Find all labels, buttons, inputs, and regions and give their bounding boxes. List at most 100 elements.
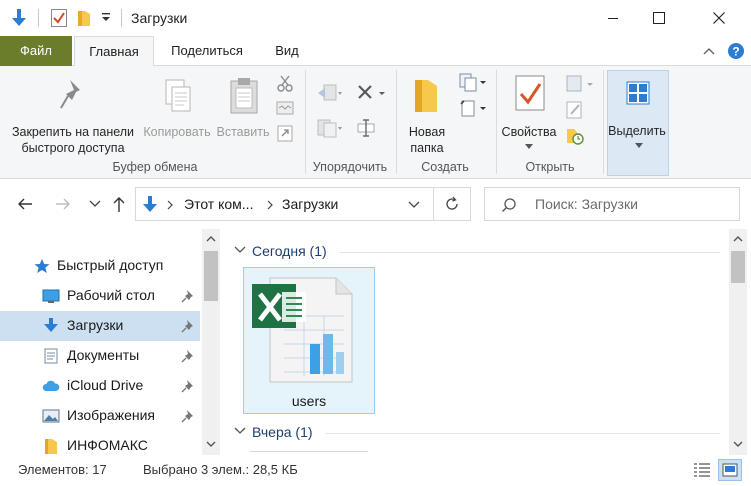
properties-button[interactable]: Свойства [498, 72, 560, 156]
group-header-yesterday[interactable]: Вчера (1) [252, 424, 313, 440]
delete-icon[interactable] [356, 83, 386, 106]
address-bar[interactable]: Этот ком... Загрузки [135, 187, 434, 221]
organize-group-label: Упорядочить [312, 160, 388, 174]
separator [603, 70, 604, 174]
tab-file[interactable]: Файл [0, 36, 72, 66]
separator [396, 70, 397, 174]
navigation-bar: Этот ком... Загрузки Поиск: Загрузки [0, 179, 751, 229]
pin-icon [181, 290, 193, 303]
item-count: Элементов: 17 [18, 462, 107, 477]
star-icon [34, 259, 50, 273]
breadcrumb-downloads[interactable]: Загрузки [282, 196, 338, 212]
tab-home[interactable]: Главная [74, 36, 154, 67]
pin-icon [60, 80, 80, 109]
new-item-icon[interactable] [458, 72, 488, 97]
back-arrow-icon [18, 198, 32, 210]
forward-arrow-icon [56, 198, 70, 210]
group-divider [340, 252, 720, 253]
up-button[interactable] [108, 193, 130, 215]
copy-path-icon[interactable] [276, 100, 294, 119]
group-divider [326, 433, 720, 434]
nav-label: Рабочий стол [67, 287, 155, 303]
chevron-down-icon [635, 143, 643, 148]
navpane-scroll-thumb[interactable] [204, 251, 218, 301]
separator [38, 9, 39, 27]
move-to-icon[interactable] [316, 83, 344, 106]
open-group-label: Открыть [525, 160, 575, 174]
large-icons-view-icon [722, 463, 738, 477]
scroll-up-icon [733, 236, 743, 242]
file-list: Сегодня (1) users Вчера (1) [222, 229, 751, 455]
rename-icon[interactable] [356, 118, 378, 141]
nav-label: Изображения [67, 407, 155, 423]
cloud-icon [42, 380, 60, 391]
new-folder-button[interactable]: Новая папка [400, 72, 454, 156]
nav-item-downloads[interactable]: Загрузки [0, 311, 200, 341]
chevron-down-icon [525, 144, 533, 149]
properties-check-icon[interactable] [50, 8, 68, 31]
search-box[interactable]: Поиск: Загрузки [484, 187, 740, 221]
clipboard-group-label: Буфер обмена [112, 160, 198, 174]
forward-button[interactable] [52, 193, 74, 215]
customize-dropdown-icon[interactable] [101, 11, 111, 26]
scroll-down-icon [733, 441, 743, 447]
nav-label: Загрузки [67, 317, 124, 333]
select-button[interactable]: Выделить [607, 70, 669, 176]
pin-icon [181, 320, 193, 333]
nav-label: Документы [67, 347, 140, 363]
content-scrollbar[interactable] [729, 229, 747, 455]
minimize-icon [608, 18, 618, 19]
nav-item-quick-access[interactable]: Быстрый доступ [0, 251, 200, 281]
details-view-icon[interactable] [692, 461, 712, 482]
easy-access-icon[interactable] [458, 98, 488, 123]
refresh-button[interactable] [434, 187, 471, 221]
nav-item-desktop[interactable]: Рабочий стол [0, 281, 200, 311]
nav-label: iCloud Drive [67, 377, 144, 393]
paste-button[interactable]: Вставить [214, 72, 272, 156]
edit-icon[interactable] [565, 100, 585, 123]
recent-locations-button[interactable] [84, 193, 106, 215]
help-icon[interactable]: ? [727, 42, 745, 63]
title-bar: Загрузки [0, 0, 751, 36]
back-button[interactable] [14, 193, 36, 215]
new-folder-icon[interactable] [76, 8, 92, 31]
properties-label: Свойства [501, 125, 557, 139]
pin-label-2: быстрого доступа [21, 141, 125, 155]
collapse-group-icon [234, 427, 246, 434]
document-icon [44, 348, 58, 364]
copy-button[interactable]: Копировать [140, 72, 214, 156]
svg-text:?: ? [732, 45, 739, 59]
nav-item-documents[interactable]: Документы [0, 341, 200, 371]
desktop-icon [42, 289, 60, 303]
scroll-up-icon [206, 236, 216, 242]
nav-item-icloud-drive[interactable]: iCloud Drive [0, 371, 200, 401]
close-button[interactable] [696, 0, 742, 36]
pin-to-quick-access-button[interactable]: Закрепить на панели быстрого доступа [6, 72, 140, 156]
maximize-button[interactable] [636, 0, 682, 36]
refresh-icon [446, 196, 458, 210]
history-icon[interactable] [565, 126, 585, 149]
navpane-scrollbar[interactable] [202, 229, 220, 455]
quick-access-down-icon[interactable] [10, 8, 28, 31]
paste-label: Вставить [216, 125, 270, 139]
new-folder-label-2: папка [410, 141, 444, 155]
pin-icon [181, 350, 193, 363]
collapse-ribbon-icon[interactable] [702, 44, 716, 61]
selection-info: Выбрано 3 элем.: 28,5 КБ [143, 462, 298, 477]
copy-to-icon[interactable] [316, 118, 344, 141]
content-scroll-thumb[interactable] [731, 251, 745, 283]
cut-icon[interactable] [276, 74, 294, 95]
paste-shortcut-icon[interactable] [277, 124, 293, 145]
image-icon [42, 409, 60, 423]
nav-item-pictures[interactable]: Изображения [0, 401, 200, 431]
large-icons-view-button[interactable] [718, 459, 742, 481]
downloads-location-icon [143, 196, 157, 212]
open-icon[interactable] [565, 74, 597, 97]
separator [496, 70, 497, 174]
breadcrumb-this-pc[interactable]: Этот ком... [184, 196, 253, 212]
group-header-today[interactable]: Сегодня (1) [252, 243, 327, 259]
minimize-button[interactable] [590, 0, 636, 36]
file-tile-users[interactable]: users [243, 267, 375, 414]
tab-view[interactable]: Вид [266, 36, 308, 66]
tab-share[interactable]: Поделиться [160, 36, 254, 66]
